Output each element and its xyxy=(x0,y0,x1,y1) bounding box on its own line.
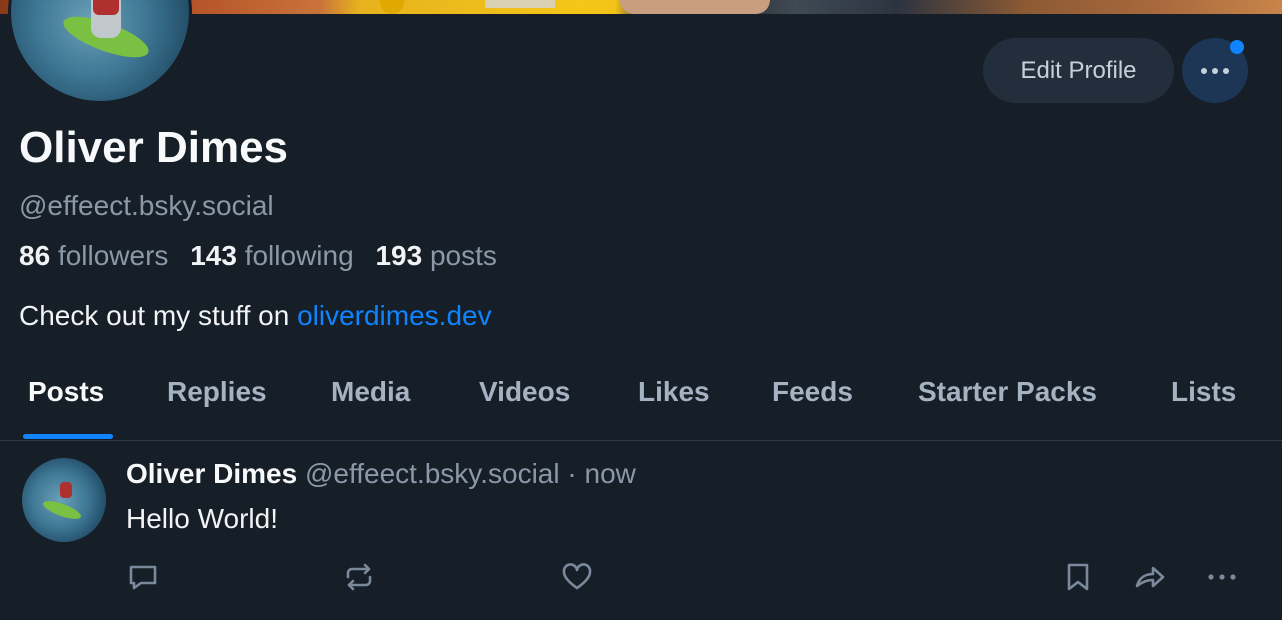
notification-dot xyxy=(1230,40,1244,54)
tab-posts[interactable]: Posts xyxy=(28,376,104,408)
post-author-name[interactable]: Oliver Dimes xyxy=(126,458,297,489)
more-icon xyxy=(1208,574,1236,580)
active-tab-indicator xyxy=(23,434,113,439)
profile-avatar[interactable] xyxy=(8,0,192,104)
tab-replies[interactable]: Replies xyxy=(167,376,267,408)
like-button[interactable] xyxy=(560,560,594,594)
share-button[interactable] xyxy=(1133,560,1167,594)
profile-tabs: Posts Replies Media Videos Likes Feeds S… xyxy=(0,370,1282,440)
bio-text: Check out my stuff on xyxy=(19,300,298,331)
bookmark-button[interactable] xyxy=(1061,560,1095,594)
posts-label: posts xyxy=(429,240,497,271)
following-label: following xyxy=(244,240,354,271)
tab-videos[interactable]: Videos xyxy=(479,376,570,408)
reply-button[interactable] xyxy=(126,560,160,594)
reply-icon xyxy=(129,565,157,590)
profile-banner[interactable] xyxy=(0,0,1282,14)
post-more-button[interactable] xyxy=(1205,560,1239,594)
bio-link[interactable]: oliverdimes.dev xyxy=(297,300,492,331)
tab-lists[interactable]: Lists xyxy=(1171,376,1236,408)
tab-starter-packs[interactable]: Starter Packs xyxy=(918,376,1097,408)
profile-handle: @effeect.bsky.social xyxy=(19,190,274,221)
post-separator: · xyxy=(567,458,577,489)
post-text: Hello World! xyxy=(126,503,278,534)
profile-more-button[interactable] xyxy=(1182,38,1248,103)
post-author-handle[interactable]: @effeect.bsky.social xyxy=(305,458,560,489)
like-icon xyxy=(562,563,592,590)
post-author-avatar[interactable] xyxy=(22,458,106,542)
posts-stat: 193 posts xyxy=(375,240,496,271)
share-icon xyxy=(1135,566,1165,588)
ellipsis-icon xyxy=(1201,67,1229,74)
profile-stats: 86 followers 143 following 193 posts xyxy=(19,240,497,272)
repost-icon xyxy=(346,563,372,591)
bookmark-icon xyxy=(1067,563,1089,591)
post-time[interactable]: now xyxy=(585,458,636,489)
following-stat[interactable]: 143 following xyxy=(190,240,353,271)
following-count: 143 xyxy=(190,240,237,271)
followers-label: followers xyxy=(57,240,169,271)
post-header: Oliver Dimes @effeect.bsky.social · now xyxy=(126,458,636,490)
tabs-divider xyxy=(0,440,1282,441)
tab-feeds[interactable]: Feeds xyxy=(772,376,853,408)
tab-media[interactable]: Media xyxy=(331,376,410,408)
followers-count: 86 xyxy=(19,240,51,271)
followers-stat[interactable]: 86 followers xyxy=(19,240,168,271)
profile-bio: Check out my stuff on oliverdimes.dev xyxy=(19,300,492,332)
profile-name: Oliver Dimes xyxy=(19,123,289,172)
repost-button[interactable] xyxy=(342,560,376,594)
posts-count: 193 xyxy=(375,240,423,271)
edit-profile-button[interactable]: Edit Profile xyxy=(983,38,1174,103)
tab-likes[interactable]: Likes xyxy=(638,376,710,408)
